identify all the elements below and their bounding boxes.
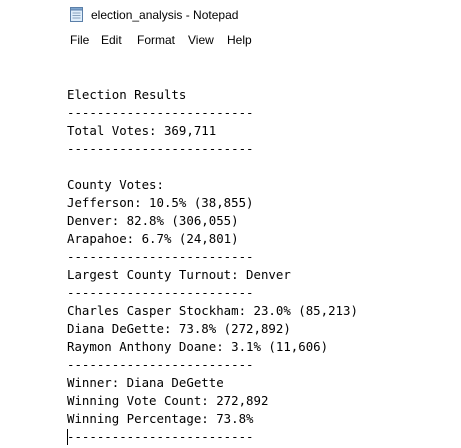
text-caret: [67, 429, 68, 445]
document-line: Denver: 82.8% (306,055): [67, 213, 239, 228]
document-line: Largest County Turnout: Denver: [67, 267, 291, 282]
document-line: Winner: Diana DeGette: [67, 375, 224, 390]
document-line: Election Results: [67, 87, 187, 102]
document-line: County Votes:: [67, 177, 164, 192]
notepad-window: election_analysis - Notepad File Edit Fo…: [0, 0, 461, 448]
document-line: Diana DeGette: 73.8% (272,892): [67, 321, 291, 336]
notepad-icon: [70, 7, 83, 22]
document-line: Winning Vote Count: 272,892: [67, 393, 269, 408]
menu-format[interactable]: Format: [137, 33, 175, 47]
document-line: -------------------------: [67, 429, 254, 444]
document-line: -------------------------: [67, 141, 254, 156]
menu-edit[interactable]: Edit: [101, 33, 122, 47]
document-line: -------------------------: [67, 357, 254, 372]
document-line: Winning Percentage: 73.8%: [67, 411, 254, 426]
document-line: Arapahoe: 6.7% (24,801): [67, 231, 239, 246]
title-bar[interactable]: election_analysis - Notepad: [0, 0, 461, 30]
document-text[interactable]: Election Results -----------------------…: [67, 68, 358, 446]
document-line: Total Votes: 369,711: [67, 123, 217, 138]
document-line: -------------------------: [67, 285, 254, 300]
document-line: Charles Casper Stockham: 23.0% (85,213): [67, 303, 358, 318]
document-line: -------------------------: [67, 105, 254, 120]
menu-view[interactable]: View: [188, 33, 214, 47]
text-editor-area[interactable]: Election Results -----------------------…: [0, 50, 461, 448]
window-title: election_analysis - Notepad: [91, 8, 239, 22]
menu-bar: File Edit Format View Help: [0, 30, 461, 50]
document-line: Raymon Anthony Doane: 3.1% (11,606): [67, 339, 329, 354]
menu-file[interactable]: File: [70, 33, 89, 47]
document-line: -------------------------: [67, 249, 254, 264]
document-line: Jefferson: 10.5% (38,855): [67, 195, 254, 210]
menu-help[interactable]: Help: [227, 33, 252, 47]
